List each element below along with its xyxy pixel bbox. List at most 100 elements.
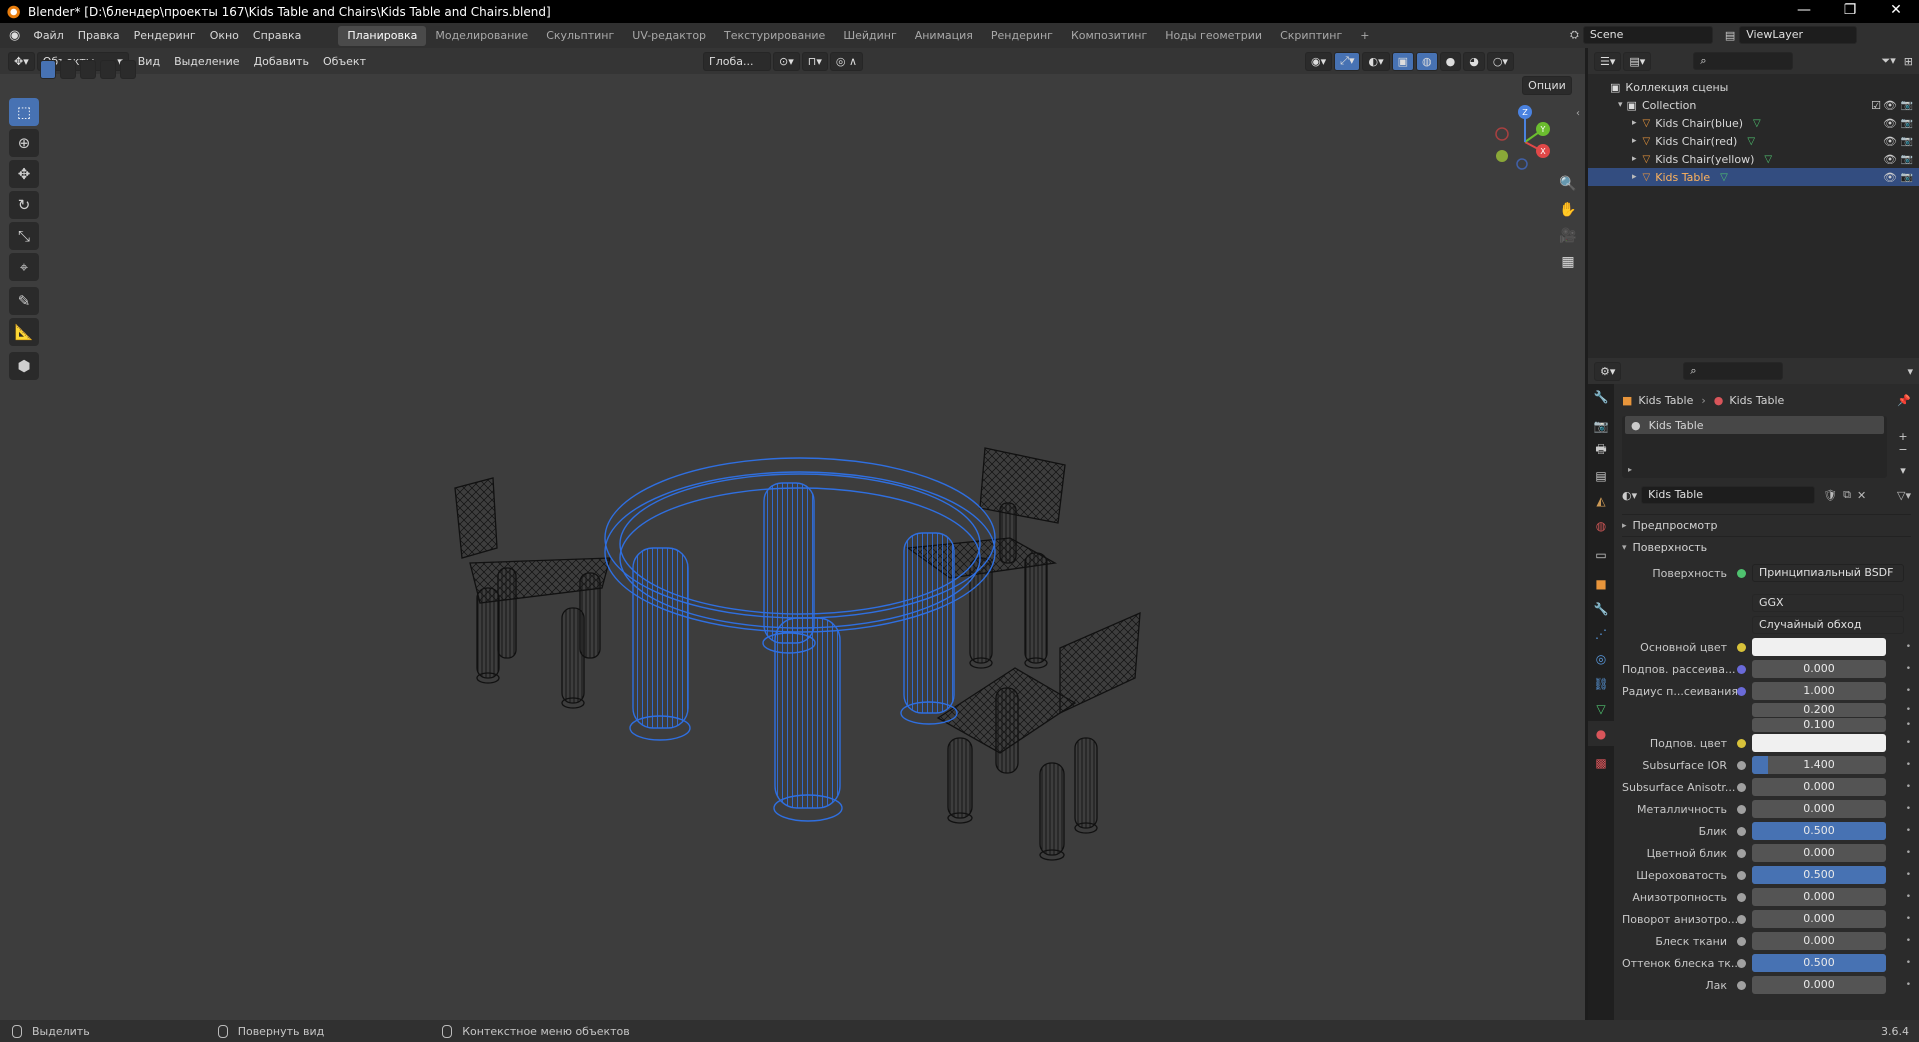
add-workspace-button[interactable]: + bbox=[1351, 26, 1378, 46]
render-camera-icon[interactable]: 📷 bbox=[1901, 118, 1913, 129]
numeric-slider-field[interactable]: 0.000 bbox=[1752, 888, 1886, 906]
keyframe-dot-icon[interactable]: • bbox=[1906, 870, 1911, 880]
keyframe-dot-icon[interactable]: • bbox=[1906, 705, 1911, 715]
menu-file[interactable]: Файл bbox=[26, 23, 70, 48]
socket-dot[interactable] bbox=[1737, 870, 1746, 880]
tab-animation[interactable]: Анимация bbox=[906, 26, 982, 46]
link-dropdown-icon[interactable]: ▽▾ bbox=[1897, 489, 1911, 502]
socket-dot[interactable] bbox=[1737, 826, 1746, 836]
socket-dot[interactable] bbox=[1737, 804, 1746, 814]
distribution-dropdown[interactable]: GGX bbox=[1752, 594, 1904, 612]
keyframe-dot-icon[interactable]: • bbox=[1906, 892, 1911, 902]
menu-window[interactable]: Окно bbox=[203, 23, 246, 48]
color-swatch-field[interactable] bbox=[1752, 734, 1886, 752]
preview-section-header[interactable]: ▸ Предпросмотр bbox=[1622, 514, 1911, 536]
expand-right-icon[interactable]: ▸ bbox=[1632, 154, 1637, 164]
tab-layout[interactable]: Планировка bbox=[338, 25, 427, 46]
tab-scripting[interactable]: Скриптинг bbox=[1271, 26, 1351, 46]
scene-collection-row[interactable]: ▣ Коллекция сцены bbox=[1588, 78, 1919, 96]
eye-icon[interactable]: 👁 bbox=[1883, 171, 1897, 184]
tab-rendering[interactable]: Рендеринг bbox=[982, 26, 1062, 46]
material-slot-row[interactable]: ● Kids Table bbox=[1625, 416, 1884, 434]
kids-table-selected[interactable] bbox=[604, 457, 996, 822]
mesh-data-icon[interactable]: ▽ bbox=[1764, 154, 1772, 165]
numeric-slider-field[interactable]: 0.500 bbox=[1752, 866, 1886, 884]
socket-dot[interactable] bbox=[1737, 848, 1746, 858]
world-tab-icon[interactable]: ◍ bbox=[1588, 513, 1614, 538]
fake-user-icon[interactable]: 🛡 bbox=[1823, 489, 1837, 502]
tab-texture-paint[interactable]: Текстурирование bbox=[715, 26, 834, 46]
numeric-slider-field[interactable]: 0.200 bbox=[1752, 702, 1886, 717]
remove-slot-icon[interactable]: − bbox=[1895, 443, 1911, 456]
scene-tab-icon[interactable]: ◭ bbox=[1588, 488, 1614, 513]
eye-icon[interactable]: 👁 bbox=[1883, 117, 1897, 130]
keyframe-dot-icon[interactable]: • bbox=[1906, 664, 1911, 674]
numeric-slider-field[interactable]: 0.000 bbox=[1752, 800, 1886, 818]
material-tab-icon[interactable]: ● bbox=[1588, 721, 1614, 746]
socket-dot[interactable] bbox=[1737, 760, 1746, 770]
view-layer-field[interactable]: ViewLayer bbox=[1739, 26, 1858, 44]
scene-field[interactable]: Scene bbox=[1582, 26, 1713, 44]
tab-uv-editing[interactable]: UV-редактор bbox=[623, 26, 715, 46]
properties-search-input[interactable]: ⌕ bbox=[1683, 362, 1784, 380]
collection-tab-icon[interactable]: ▭ bbox=[1588, 542, 1614, 567]
particles-tab-icon[interactable]: ⋰ bbox=[1588, 621, 1614, 646]
outliner-editor-type-icon[interactable]: ☰▾ bbox=[1594, 51, 1622, 71]
eye-icon[interactable]: 👁 bbox=[1883, 99, 1897, 112]
numeric-slider-field[interactable]: 0.000 bbox=[1752, 844, 1886, 862]
subsurface-method-dropdown[interactable]: Случайный обход bbox=[1752, 616, 1904, 634]
outliner-item-chair-blue[interactable]: ▸ ▽ Kids Chair(blue) ▽ 👁 📷 bbox=[1588, 114, 1919, 132]
menu-edit[interactable]: Правка bbox=[71, 23, 127, 48]
surface-section-header[interactable]: ▾ Поверхность bbox=[1622, 536, 1911, 558]
unlink-material-icon[interactable]: ✕ bbox=[1857, 489, 1866, 502]
numeric-slider-field[interactable]: 0.000 bbox=[1752, 660, 1886, 678]
browse-material-icon[interactable]: ◐▾ bbox=[1622, 489, 1637, 502]
render-camera-icon[interactable]: 📷 bbox=[1901, 172, 1913, 183]
render-camera-icon[interactable]: 📷 bbox=[1901, 154, 1913, 165]
texture-tab-icon[interactable]: ▩ bbox=[1588, 750, 1614, 775]
keyframe-dot-icon[interactable]: • bbox=[1906, 848, 1911, 858]
socket-dot[interactable] bbox=[1737, 782, 1746, 792]
outliner-item-chair-red[interactable]: ▸ ▽ Kids Chair(red) ▽ 👁 📷 bbox=[1588, 132, 1919, 150]
keyframe-dot-icon[interactable]: • bbox=[1906, 686, 1911, 696]
socket-dot[interactable] bbox=[1737, 738, 1746, 748]
3d-viewport[interactable]: ✥▾ Объекты▾ Вид Выделение Добавить Объек… bbox=[0, 48, 1585, 1020]
data-tab-icon[interactable]: ▽ bbox=[1588, 696, 1614, 721]
keyframe-dot-icon[interactable]: • bbox=[1906, 642, 1911, 652]
socket-dot[interactable] bbox=[1737, 686, 1746, 696]
tool-tab-icon[interactable]: 🔧 bbox=[1588, 384, 1614, 409]
mesh-data-icon[interactable]: ▽ bbox=[1747, 136, 1755, 147]
slot-specials-icon[interactable]: ▾ bbox=[1895, 464, 1911, 477]
view-layer-icon[interactable]: ▤ bbox=[1725, 29, 1735, 42]
kids-chair-left[interactable] bbox=[454, 477, 611, 709]
numeric-slider-field[interactable]: 1.400 bbox=[1752, 756, 1886, 774]
socket-dot[interactable] bbox=[1737, 568, 1746, 578]
surface-shader-dropdown[interactable]: Принципиальный BSDF bbox=[1752, 564, 1904, 582]
numeric-slider-field[interactable]: 0.000 bbox=[1752, 976, 1886, 994]
tab-sculpting[interactable]: Скульптинг bbox=[537, 26, 623, 46]
mesh-data-icon[interactable]: ▽ bbox=[1720, 172, 1728, 183]
properties-editor-type-icon[interactable]: ⚙▾ bbox=[1594, 361, 1622, 381]
menu-render[interactable]: Рендеринг bbox=[127, 23, 203, 48]
display-mode-icon[interactable]: ▤▾ bbox=[1623, 51, 1652, 71]
object-tab-icon[interactable]: ■ bbox=[1588, 571, 1614, 596]
tab-geometry-nodes[interactable]: Ноды геометрии bbox=[1156, 26, 1271, 46]
exclude-checkbox-icon[interactable]: ☑ bbox=[1871, 99, 1881, 112]
material-name-field[interactable]: Kids Table bbox=[1641, 486, 1816, 504]
expand-down-icon[interactable]: ▾ bbox=[1618, 100, 1623, 110]
keyframe-dot-icon[interactable]: • bbox=[1906, 826, 1911, 836]
keyframe-dot-icon[interactable]: • bbox=[1906, 958, 1911, 968]
keyframe-dot-icon[interactable]: • bbox=[1906, 936, 1911, 946]
socket-dot[interactable] bbox=[1737, 936, 1746, 946]
render-camera-icon[interactable]: 📷 bbox=[1901, 100, 1913, 111]
numeric-slider-field[interactable]: 0.100 bbox=[1752, 717, 1886, 732]
mesh-data-icon[interactable]: ▽ bbox=[1753, 118, 1761, 129]
numeric-slider-field[interactable]: 0.000 bbox=[1752, 932, 1886, 950]
outliner-search-input[interactable]: ⌕ bbox=[1693, 52, 1794, 70]
expand-right-icon[interactable]: ▸ bbox=[1632, 136, 1637, 146]
expand-right-icon[interactable]: ▸ bbox=[1632, 118, 1637, 128]
eye-icon[interactable]: 👁 bbox=[1883, 135, 1897, 148]
add-slot-icon[interactable]: + bbox=[1895, 430, 1911, 443]
numeric-slider-field[interactable]: 0.500 bbox=[1752, 954, 1886, 972]
physics-tab-icon[interactable]: ◎ bbox=[1588, 646, 1614, 671]
